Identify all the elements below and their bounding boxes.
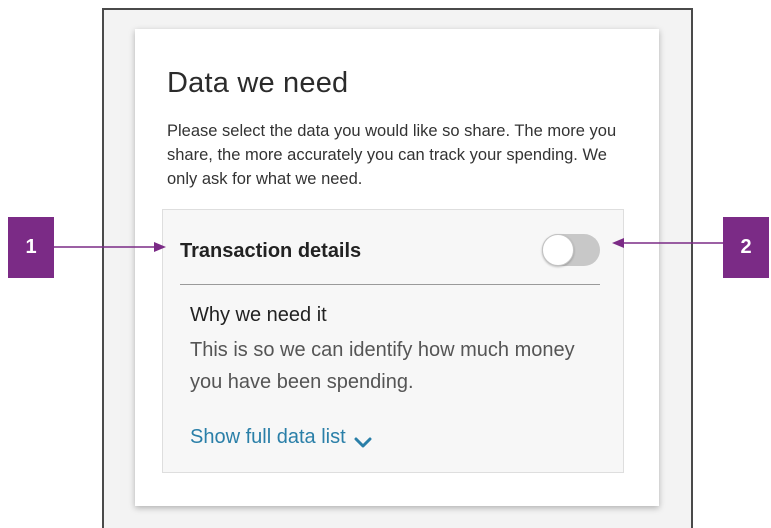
show-full-data-list-label: Show full data list xyxy=(190,426,346,448)
why-heading: Why we need it xyxy=(190,304,327,326)
data-item-toggle[interactable] xyxy=(542,234,600,266)
card-description: Please select the data you would like so… xyxy=(167,122,617,188)
annotation-badge-1: 1 xyxy=(8,217,54,278)
why-body: This is so we can identify how much mone… xyxy=(190,339,575,393)
annotation-arrow-1 xyxy=(54,242,166,252)
screen: Data we need Please select the data you … xyxy=(0,0,771,528)
data-consent-card: Data we need Please select the data you … xyxy=(135,29,659,506)
card-title: Data we need xyxy=(167,67,349,99)
data-item-panel: Transaction details Why we need it This … xyxy=(162,209,624,473)
annotation-badge-2: 2 xyxy=(723,217,769,278)
divider xyxy=(180,284,600,285)
chevron-down-icon xyxy=(354,432,372,447)
show-full-data-list-link[interactable]: Show full data list xyxy=(190,426,372,449)
annotation-arrow-2 xyxy=(612,238,724,248)
toggle-knob xyxy=(542,234,574,266)
data-item-title: Transaction details xyxy=(180,240,362,262)
